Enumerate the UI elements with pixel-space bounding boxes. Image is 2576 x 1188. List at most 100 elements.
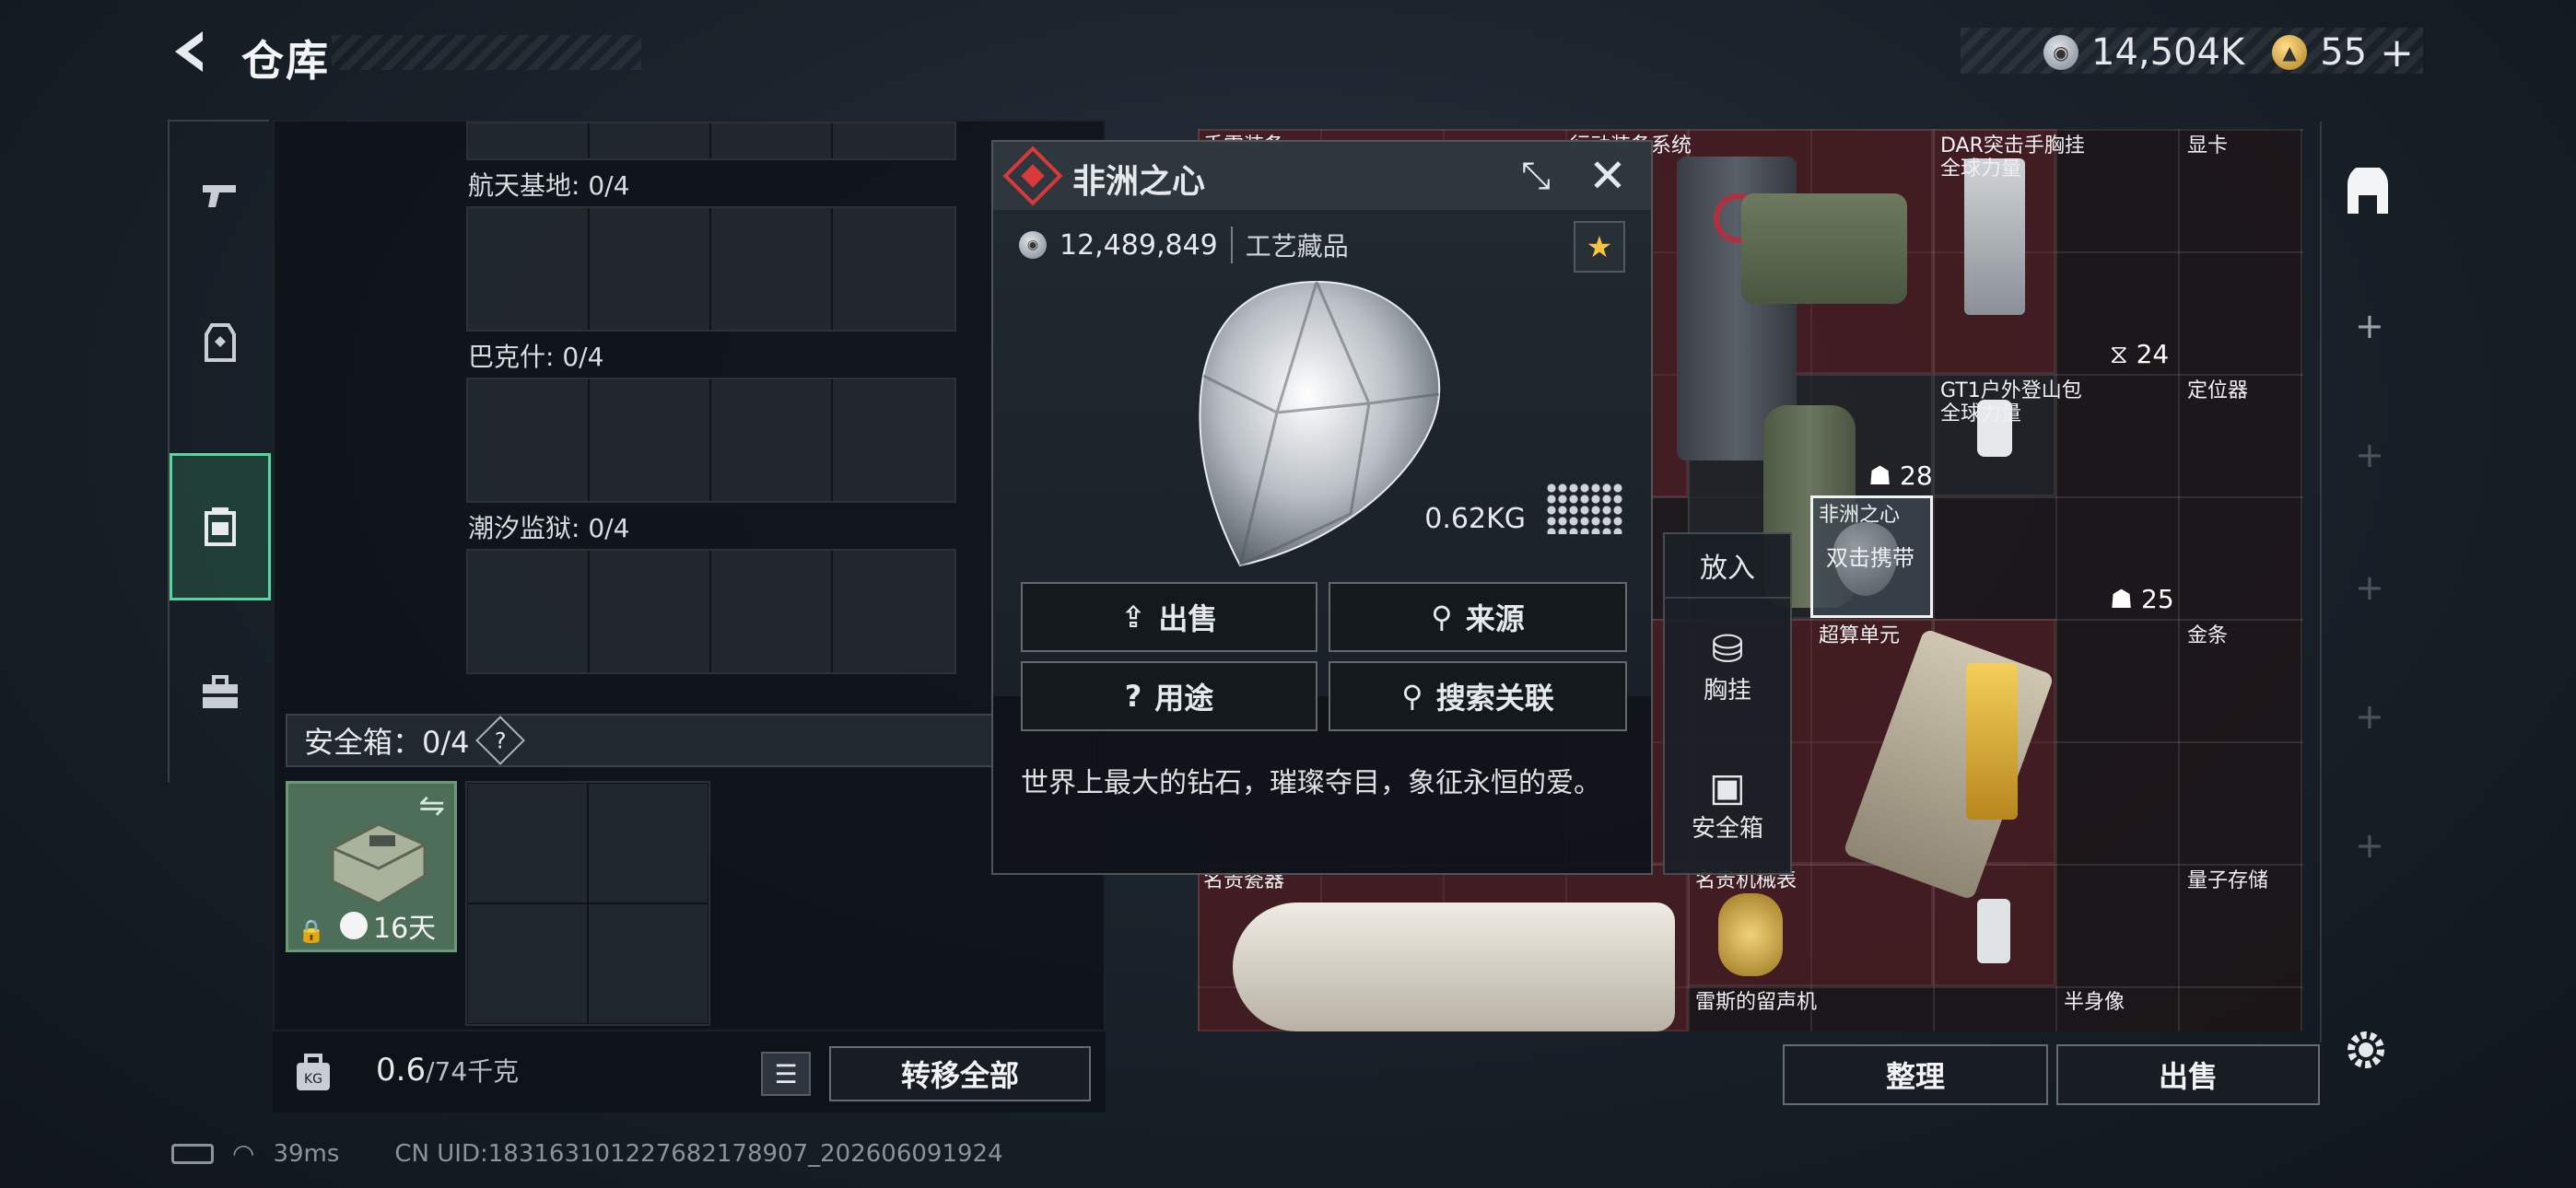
left-nav: [168, 120, 271, 783]
safebox-grid: [465, 781, 710, 1026]
popup-header: 非洲之心 ⤡ ✕: [993, 142, 1651, 210]
swap-icon[interactable]: ⇋: [419, 787, 446, 824]
nav-backpack[interactable]: [170, 453, 271, 600]
selected-item-hint: 双击携带: [1826, 545, 1914, 571]
put-into-title: 放入: [1665, 534, 1790, 599]
stash-slot[interactable]: [833, 208, 954, 330]
weight-readout: 0.6/74千克: [376, 1052, 519, 1089]
weight-total: /74千克: [426, 1056, 520, 1087]
item-label-supercomputer: 超算单元: [1819, 624, 1901, 647]
item-weight: 0.62KG: [1424, 503, 1526, 535]
search-related-button[interactable]: ⚲ 搜索关联: [1329, 661, 1627, 731]
tactical-count-value: 28: [1900, 460, 1933, 491]
stash-slot[interactable]: [711, 551, 833, 672]
stash-slot[interactable]: [468, 379, 590, 501]
backpack-icon: [205, 507, 236, 546]
item-label-gt1: GT1户外登山包 全球力量: [1940, 379, 2082, 426]
list-icon: ☰: [774, 1058, 798, 1089]
add-slot-button[interactable]: +: [2355, 825, 2384, 866]
item-price: 12,489,849: [1060, 228, 1218, 262]
close-icon[interactable]: ✕: [1583, 151, 1633, 201]
safebox-duration: 16天: [340, 905, 436, 946]
add-gold-button[interactable]: +: [2380, 29, 2414, 76]
sell-button[interactable]: ⇪ 出售: [1021, 582, 1317, 652]
stash-slot[interactable]: [833, 551, 954, 672]
safebox-slot[interactable]: [467, 783, 588, 903]
search-icon: ⚲: [1401, 679, 1423, 714]
back-arrow-icon[interactable]: [166, 26, 217, 77]
help-icon: ?: [494, 728, 506, 753]
lock-icon: 🔒: [298, 918, 325, 944]
safebox-item[interactable]: ⇋ 🔒 16天: [286, 781, 457, 952]
gt1-count-value: 25: [2141, 584, 2174, 614]
selected-item-slot[interactable]: 非洲之心 双击携带: [1810, 495, 1933, 618]
watch-image: [1718, 893, 1783, 976]
favorite-star-button[interactable]: ★: [1574, 221, 1625, 273]
porcelain-image: [1233, 903, 1675, 1031]
item-description: 世界上最大的钻石，璀璨夺目，象征永恒的爱。: [1021, 767, 1601, 799]
put-into-safebox-button[interactable]: ▣ 安全箱: [1665, 764, 1790, 856]
stash-slot[interactable]: [468, 208, 590, 330]
safebox-help-button[interactable]: ?: [474, 716, 525, 765]
durability-icon: ⧖: [2110, 339, 2128, 369]
nav-weapons[interactable]: [170, 122, 271, 269]
item-label-dar: DAR突击手胸挂 全球力量: [1940, 134, 2085, 181]
right-sidebar: + + + + +: [2320, 122, 2408, 1068]
stash-slot[interactable]: [711, 123, 833, 158]
nav-armor[interactable]: [170, 269, 271, 416]
stash-slot[interactable]: [833, 123, 954, 158]
stash-slot[interactable]: [833, 379, 954, 501]
sell-label: 出售: [1158, 601, 1218, 636]
safebox-slot[interactable]: [588, 783, 708, 903]
stash-slot[interactable]: [711, 208, 833, 330]
stash-row-bakhsh: [466, 378, 956, 503]
safebox-icon: ▣: [1709, 764, 1746, 809]
section-label-aerospace: 航天基地: 0/4: [468, 170, 630, 201]
stash-slot[interactable]: [590, 379, 711, 501]
safebox-days: 16天: [373, 913, 437, 945]
silver-amount: 14,504K: [2091, 31, 2245, 74]
nav-toolbox[interactable]: [170, 619, 271, 766]
transfer-all-button[interactable]: 转移全部: [829, 1046, 1091, 1101]
safebox-slot[interactable]: [467, 903, 588, 1024]
add-slot-button[interactable]: +: [2355, 567, 2384, 608]
list-view-button[interactable]: ☰: [761, 1052, 811, 1096]
stash-bottom-bar: KG 0.6/74千克 ☰ 转移全部: [273, 1031, 1106, 1112]
add-slot-button[interactable]: +: [2355, 696, 2384, 737]
collapse-icon[interactable]: ⤡: [1513, 155, 1559, 201]
dar-rig-image: [1741, 193, 1907, 304]
add-slot-button[interactable]: +: [2355, 306, 2384, 346]
dar-count: ⧖ 24: [2110, 339, 2169, 370]
safebox-slot[interactable]: [588, 903, 708, 1024]
item-label-goldbar: 金条: [2187, 624, 2229, 647]
safebox-case-icon: [331, 822, 427, 905]
put-into-chest-rig-button[interactable]: ⛁ 胸挂: [1665, 626, 1790, 718]
stash-slot[interactable]: [590, 551, 711, 672]
inventory-tab-icon[interactable]: [2342, 168, 2394, 219]
stash-slot[interactable]: [468, 551, 590, 672]
price-row: ◉ 12,489,849 工艺藏品: [1019, 227, 1349, 263]
dar-count-value: 24: [2136, 339, 2170, 369]
question-icon: ?: [1124, 679, 1142, 714]
stash-slot[interactable]: [590, 123, 711, 158]
source-button[interactable]: ⚲ 来源: [1329, 582, 1627, 652]
uid-text: CN UID:183163101227682178907_20260609192…: [394, 1139, 1003, 1168]
vest-icon: [205, 323, 236, 362]
settings-gear-icon[interactable]: [2340, 1024, 2392, 1076]
add-slot-button[interactable]: +: [2355, 435, 2384, 475]
stash-slot[interactable]: [711, 379, 833, 501]
gold-coin-icon: ▲: [2272, 35, 2308, 70]
quantum-storage-image: [1977, 899, 2010, 963]
stash-slot[interactable]: [468, 123, 590, 158]
put-into-panel: 放入 ⛁ 胸挂 ▣ 安全箱: [1663, 532, 1792, 875]
sort-button[interactable]: 整理: [1783, 1044, 2048, 1105]
stash-slot[interactable]: [590, 208, 711, 330]
safebox-header: 安全箱：0/4 ?: [286, 714, 1096, 767]
page-title: 仓库: [241, 36, 330, 86]
sell-all-button[interactable]: 出售: [2056, 1044, 2320, 1105]
usage-button[interactable]: ? 用途: [1021, 661, 1317, 731]
sell-icon: ⇪: [1120, 600, 1146, 635]
gold-amount: 55: [2320, 31, 2368, 74]
selected-item-title: 非洲之心: [1819, 504, 1901, 527]
stash-row-aerospace: [466, 206, 956, 332]
